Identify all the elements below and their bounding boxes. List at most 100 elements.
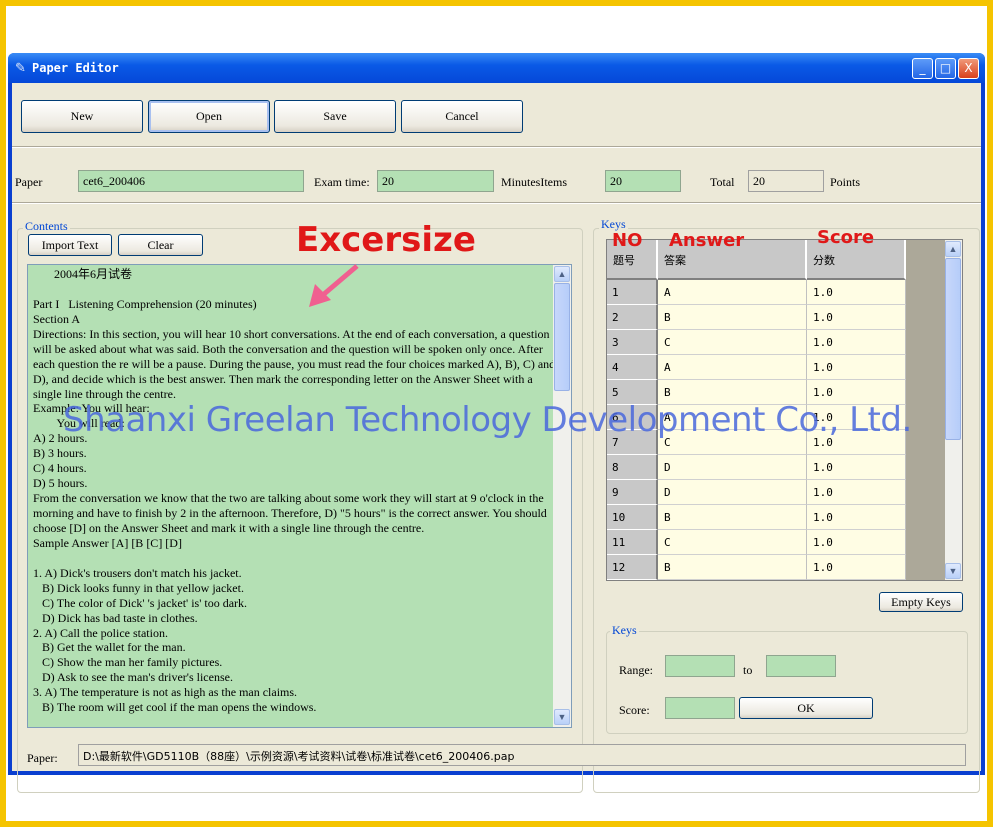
paper-path-field: D:\最新软件\GD5110B（88座）\示例资源\考试资料\试卷\标准试卷\c…	[78, 744, 966, 766]
content-line: will be asked about what was said. Both …	[33, 341, 543, 356]
answer-cell[interactable]: B	[658, 505, 807, 530]
table-row[interactable]: 4 A 1.0	[607, 355, 906, 380]
app-icon: ✎	[15, 60, 26, 75]
table-row[interactable]: 3 C 1.0	[607, 330, 906, 355]
contents-scrollbar[interactable]: ▲ ▼	[553, 265, 571, 727]
answer-cell[interactable]: A	[658, 280, 807, 305]
annotation-excersize: Excersize	[296, 220, 476, 260]
score-cell[interactable]: 1.0	[807, 455, 906, 480]
table-row[interactable]: 12 B 1.0	[607, 555, 906, 580]
content-line: Directions: In this section, you will he…	[33, 326, 550, 341]
total-points-field: 20	[748, 170, 824, 192]
table-row[interactable]: 1 A 1.0	[607, 280, 906, 305]
range-label: Range:	[619, 663, 653, 677]
score-cell[interactable]: 1.0	[807, 330, 906, 355]
scroll-thumb[interactable]	[945, 258, 961, 440]
answer-cell[interactable]: C	[658, 330, 807, 355]
content-line: C) 4 hours.	[33, 461, 87, 476]
contents-group-label: Contents	[23, 219, 70, 234]
range-to-input[interactable]	[766, 655, 836, 677]
clear-button[interactable]: Clear	[118, 234, 203, 256]
exam-time-label: Exam time:	[314, 175, 370, 189]
row-number-cell: 3	[607, 330, 658, 355]
total-label: Total	[710, 175, 735, 189]
answer-cell[interactable]: C	[658, 530, 807, 555]
annotation-arrow-icon	[309, 264, 359, 307]
ok-button[interactable]: OK	[739, 697, 873, 719]
content-line: choose [D] on the Answer Sheet and mark …	[33, 520, 425, 535]
content-line: 3. A) The temperature is not as high as …	[33, 685, 298, 700]
row-number-cell: 8	[607, 455, 658, 480]
row-number-cell: 4	[607, 355, 658, 380]
range-from-input[interactable]	[665, 655, 735, 677]
content-line: 1. A) Dick's trousers don't match his ja…	[33, 565, 242, 580]
content-line: each question the re will be a pause. Du…	[33, 356, 556, 371]
content-line: B) 3 hours.	[33, 446, 87, 461]
content-line: B) Get the wallet for the man.	[33, 640, 186, 655]
import-text-button[interactable]: Import Text	[28, 234, 112, 256]
answer-cell[interactable]: D	[658, 480, 807, 505]
score-cell[interactable]: 1.0	[807, 555, 906, 580]
scroll-down-icon[interactable]: ▼	[554, 709, 570, 725]
open-button[interactable]: Open	[148, 100, 270, 133]
score-cell[interactable]: 1.0	[807, 305, 906, 330]
contents-textarea[interactable]: 2004年6月试卷 Part I Listening Comprehension …	[27, 264, 572, 728]
score-cell[interactable]: 1.0	[807, 505, 906, 530]
maximize-button[interactable]: □	[935, 58, 956, 79]
scroll-up-icon[interactable]: ▲	[554, 266, 570, 282]
answer-cell[interactable]: A	[658, 355, 807, 380]
paper-name-input[interactable]: cet6_200406	[78, 170, 304, 192]
score-cell[interactable]: 1.0	[807, 530, 906, 555]
empty-keys-button[interactable]: Empty Keys	[879, 592, 963, 612]
save-button[interactable]: Save	[274, 100, 396, 133]
contents-text: 2004年6月试卷 Part I Listening Comprehension …	[33, 267, 556, 715]
content-line: morning and have to finish by 2 in the a…	[33, 506, 547, 520]
table-row[interactable]: 8 D 1.0	[607, 455, 906, 480]
paper-label: Paper	[15, 175, 43, 189]
window-title: Paper Editor	[32, 61, 119, 75]
points-label: Points	[830, 175, 861, 189]
content-line: 2. A) Call the police station.	[33, 625, 168, 640]
table-row[interactable]: 2 B 1.0	[607, 305, 906, 330]
score-input[interactable]	[665, 697, 735, 719]
new-button[interactable]: New	[21, 100, 143, 133]
content-line: Part I Listening Comprehension (20 minut…	[33, 296, 257, 311]
row-number-cell: 2	[607, 305, 658, 330]
scroll-thumb[interactable]	[554, 283, 570, 391]
answer-cell[interactable]: B	[658, 305, 807, 330]
content-line: 2004年6月试卷	[33, 267, 133, 281]
row-number-cell: 11	[607, 530, 658, 555]
keys-scrollbar[interactable]: ▲ ▼	[945, 240, 962, 580]
row-number-cell: 10	[607, 505, 658, 530]
keys-editor-label: Keys	[610, 623, 639, 638]
cancel-button[interactable]: Cancel	[401, 100, 523, 133]
to-label: to	[743, 663, 753, 677]
minimize-button[interactable]: _	[912, 58, 933, 79]
answer-cell[interactable]: D	[658, 455, 807, 480]
title-bar[interactable]: ✎ Paper Editor _ □ X	[8, 53, 985, 83]
table-row[interactable]: 10 B 1.0	[607, 505, 906, 530]
divider	[12, 146, 981, 148]
exam-time-input[interactable]: 20	[377, 170, 494, 192]
content-line: D) Dick has bad taste in clothes.	[33, 610, 198, 625]
content-line: Sample Answer [A] [B [C] [D]	[33, 535, 182, 550]
table-row[interactable]: 9 D 1.0	[607, 480, 906, 505]
items-input[interactable]: 20	[605, 170, 681, 192]
annotation-no: NO	[612, 230, 643, 251]
scroll-down-icon[interactable]: ▼	[945, 563, 961, 579]
content-line	[33, 282, 548, 297]
content-line: B) Dick looks funny in that yellow jacke…	[33, 580, 244, 595]
score-cell[interactable]: 1.0	[807, 355, 906, 380]
row-number-cell: 12	[607, 555, 658, 580]
table-row[interactable]: 11 C 1.0	[607, 530, 906, 555]
score-cell[interactable]: 1.0	[807, 480, 906, 505]
annotation-score: Score	[817, 227, 875, 248]
content-line: D) 5 hours.	[33, 476, 88, 491]
content-line: D), and decide which is the best answer.…	[33, 371, 533, 386]
answer-cell[interactable]: B	[658, 555, 807, 580]
divider	[12, 202, 981, 204]
row-number-cell: 9	[607, 480, 658, 505]
scroll-up-icon[interactable]: ▲	[945, 241, 961, 257]
score-cell[interactable]: 1.0	[807, 280, 906, 305]
close-button[interactable]: X	[958, 58, 979, 79]
